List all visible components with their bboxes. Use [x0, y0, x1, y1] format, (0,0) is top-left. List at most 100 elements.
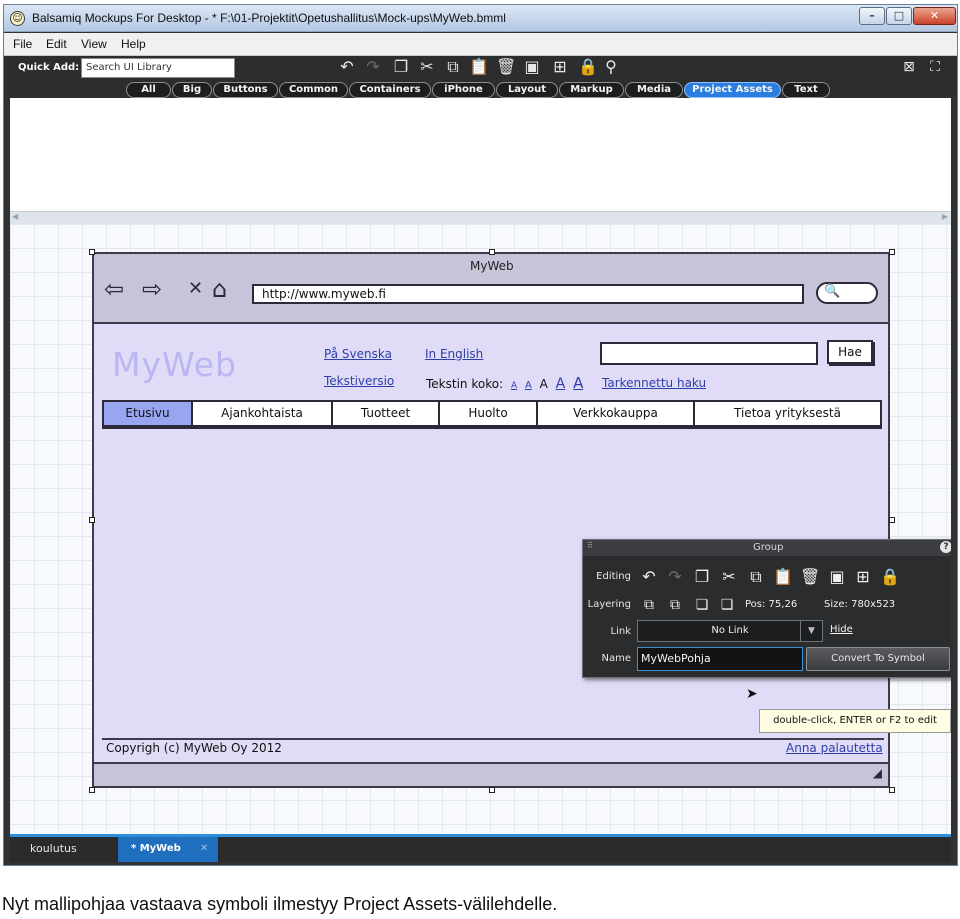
- mockup-statusbar: ◢: [94, 762, 888, 786]
- close-button[interactable]: ✕: [913, 7, 956, 25]
- mockup-url-field: http://www.myweb.fi: [252, 284, 804, 304]
- mockup-browser-toolbar: MyWeb ⇦ ⇨ ✕ ⌂ http://www.myweb.fi 🔍: [94, 254, 888, 324]
- ungroup-icon[interactable]: ⊞: [550, 56, 570, 78]
- selection-handle-bottom[interactable]: [489, 787, 495, 793]
- group-property-inspector: ⠿ Group ? Editing ↶ ↷ ❐ ✂ ⧉ 📋 🗑 ▣ ⊞ 🔒 La…: [582, 539, 951, 678]
- undo-icon[interactable]: ↶: [639, 567, 659, 587]
- paste-icon[interactable]: 📋: [773, 567, 793, 587]
- document-tab-myweb[interactable]: * MyWeb ✕: [118, 837, 218, 862]
- redo-icon[interactable]: ↷: [363, 56, 383, 78]
- collapse-panel-icon[interactable]: ⊠: [899, 56, 919, 78]
- mockup-feedback-link: Anna palautetta: [786, 741, 883, 755]
- link-select[interactable]: No Link ▼: [637, 620, 823, 642]
- mockup-search-button: Hae: [827, 340, 873, 364]
- cut-icon[interactable]: ✂: [719, 567, 739, 587]
- mockup-browser-search: 🔍: [816, 282, 878, 304]
- category-tab-project-assets[interactable]: Project Assets: [684, 82, 781, 98]
- fullscreen-icon[interactable]: ⛶: [925, 56, 945, 78]
- lock-icon[interactable]: 🔒: [578, 56, 598, 78]
- selection-handle-left[interactable]: [89, 517, 95, 523]
- undo-icon[interactable]: ↶: [337, 56, 357, 78]
- lock-icon[interactable]: 🔒: [880, 567, 900, 587]
- edit-tooltip: double-click, ENTER or F2 to edit: [759, 709, 951, 733]
- move-cursor-icon: ➤: [746, 686, 758, 702]
- duplicate-icon[interactable]: ❐: [692, 567, 712, 587]
- caption: Nyt mallipohjaa vastaava symboli ilmesty…: [2, 894, 558, 914]
- text-size-label: Tekstin koko:: [426, 377, 504, 391]
- magnifier-icon: 🔍: [824, 284, 841, 299]
- quick-add-label: Quick Add:: [18, 62, 80, 73]
- selection-handle-bottom-left[interactable]: [89, 787, 95, 793]
- mockup-browser-window[interactable]: MyWeb ⇦ ⇨ ✕ ⌂ http://www.myweb.fi 🔍 MyWe…: [92, 252, 890, 788]
- delete-icon[interactable]: 🗑: [800, 567, 820, 587]
- mockup-logo: MyWeb: [112, 345, 237, 384]
- redo-icon[interactable]: ↷: [665, 567, 685, 587]
- convert-to-symbol-button[interactable]: Convert To Symbol: [806, 647, 950, 671]
- minimize-button[interactable]: –: [859, 7, 885, 25]
- mockup-tab-huolto: Huolto: [440, 402, 538, 425]
- selection-handle-bottom-right[interactable]: [889, 787, 895, 793]
- chevron-down-icon[interactable]: ▼: [800, 621, 822, 641]
- name-input[interactable]: MyWebPohja: [637, 647, 803, 671]
- selection-handle-top[interactable]: [489, 249, 495, 255]
- size-readout: Size: 780x523: [824, 599, 896, 610]
- mockup-search-field: [600, 342, 818, 365]
- close-tab-icon[interactable]: ✕: [200, 837, 208, 860]
- category-tab-markup[interactable]: Markup: [559, 82, 624, 98]
- home-icon: ⌂: [212, 275, 228, 303]
- category-tab-iphone[interactable]: iPhone: [432, 82, 495, 98]
- bring-forward-icon[interactable]: ⧉: [665, 595, 685, 615]
- text-size-option-xs: A: [510, 381, 518, 391]
- library-scrollbar[interactable]: ◀ ▶: [10, 211, 951, 224]
- layering-label: Layering: [587, 599, 631, 610]
- ungroup-icon[interactable]: ⊞: [853, 567, 873, 587]
- category-tab-buttons[interactable]: Buttons: [213, 82, 278, 98]
- document-tab-bar: koulutus * MyWeb ✕: [10, 834, 951, 862]
- search-ui-library-input[interactable]: Search UI Library: [81, 58, 235, 78]
- delete-icon[interactable]: 🗑: [496, 56, 516, 78]
- duplicate-icon[interactable]: ❐: [391, 56, 411, 78]
- cut-icon[interactable]: ✂: [417, 56, 437, 78]
- category-tab-media[interactable]: Media: [625, 82, 683, 98]
- paste-icon[interactable]: 📋: [469, 56, 489, 78]
- document-tab-koulutus[interactable]: koulutus: [10, 837, 115, 862]
- mockup-tab-verkkokauppa: Verkkokauppa: [538, 402, 695, 425]
- mockup-tab-ajankohtaista: Ajankohtaista: [193, 402, 333, 425]
- category-tab-layout[interactable]: Layout: [496, 82, 558, 98]
- selection-handle-right[interactable]: [889, 517, 895, 523]
- send-backward-icon[interactable]: ❏: [692, 595, 712, 615]
- search-icon[interactable]: ⚲: [601, 56, 621, 78]
- resize-grip-icon: ◢: [872, 766, 882, 780]
- document-tab-label: * MyWeb: [131, 843, 181, 854]
- category-tab-containers[interactable]: Containers: [349, 82, 431, 98]
- copy-icon[interactable]: ⧉: [746, 567, 766, 587]
- forward-arrow-icon: ⇨: [142, 275, 163, 303]
- menu-view[interactable]: View: [81, 37, 107, 51]
- scroll-left-icon[interactable]: ◀: [12, 212, 18, 221]
- group-icon[interactable]: ▣: [827, 567, 847, 587]
- maximize-button[interactable]: □: [886, 7, 912, 25]
- scroll-right-icon[interactable]: ▶: [942, 212, 948, 221]
- selection-handle-top-left[interactable]: [89, 249, 95, 255]
- text-size-option-l: A: [555, 376, 566, 392]
- category-tab-all[interactable]: All: [126, 82, 171, 98]
- editing-label: Editing: [596, 571, 631, 582]
- copy-icon[interactable]: ⧉: [443, 56, 463, 78]
- selection-handle-top-right[interactable]: [889, 249, 895, 255]
- menu-help[interactable]: Help: [121, 37, 146, 51]
- inspector-header[interactable]: ⠿ Group ?: [583, 540, 951, 556]
- hide-link[interactable]: Hide: [830, 624, 853, 635]
- category-tab-text[interactable]: Text: [782, 82, 830, 98]
- category-tab-big[interactable]: Big: [172, 82, 212, 98]
- mockup-tab-tietoa: Tietoa yrityksestä: [734, 406, 841, 420]
- send-to-back-icon[interactable]: ❏: [717, 595, 737, 615]
- mockup-canvas[interactable]: MyWeb ⇦ ⇨ ✕ ⌂ http://www.myweb.fi 🔍 MyWe…: [10, 224, 951, 834]
- menu-file[interactable]: File: [13, 37, 32, 51]
- group-icon[interactable]: ▣: [522, 56, 542, 78]
- drag-grip-icon[interactable]: ⠿: [587, 541, 593, 550]
- bring-to-front-icon[interactable]: ⧉: [639, 595, 659, 615]
- category-tab-common[interactable]: Common: [279, 82, 348, 98]
- help-icon[interactable]: ?: [940, 541, 951, 553]
- inspector-title: Group: [753, 542, 784, 553]
- menu-edit[interactable]: Edit: [46, 37, 67, 51]
